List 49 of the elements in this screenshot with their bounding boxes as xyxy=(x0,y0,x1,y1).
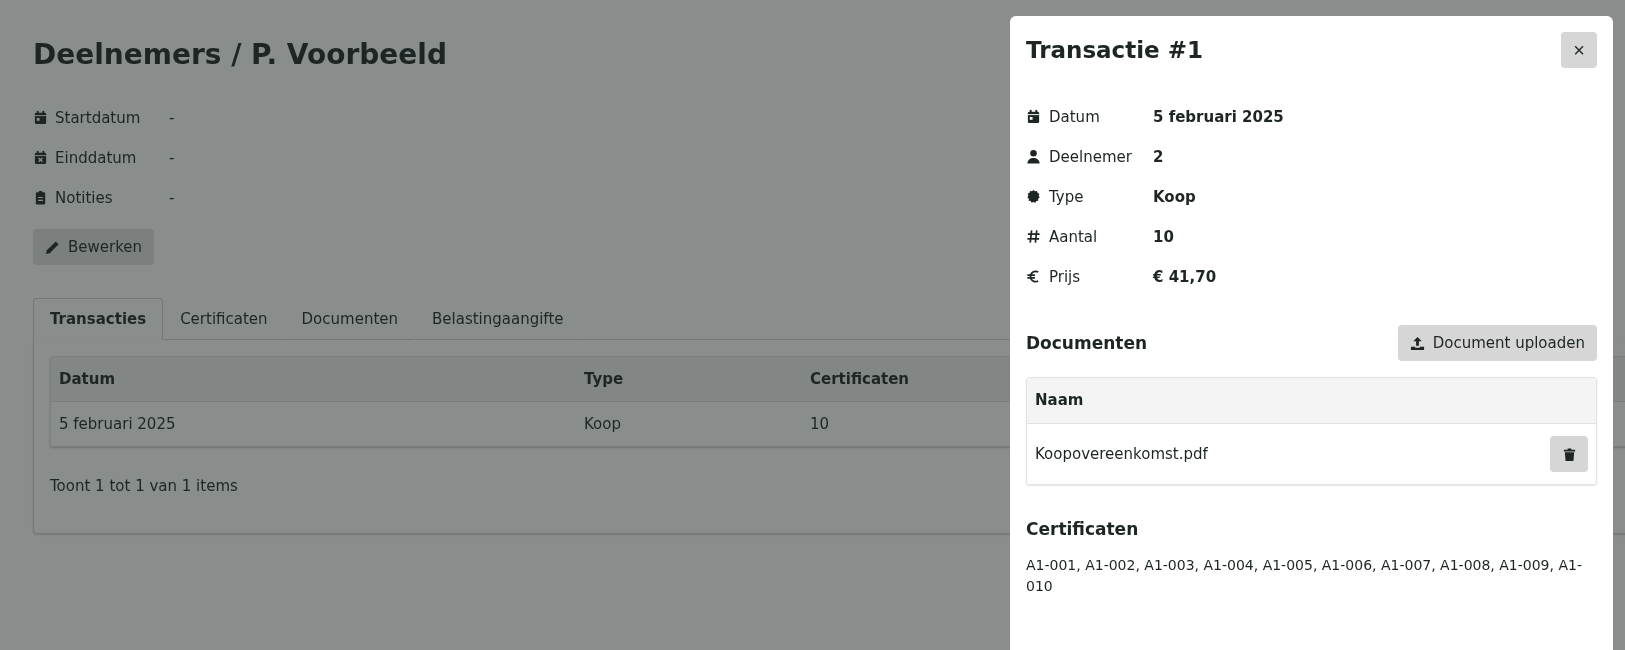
detail-label: Type xyxy=(1049,187,1085,206)
detail-label: Prijs xyxy=(1049,267,1082,286)
hash-icon xyxy=(1026,229,1041,244)
tab[interactable]: Documenten xyxy=(284,298,415,340)
section-heading: Certificaten xyxy=(1026,519,1140,539)
detail-value: 2 xyxy=(1153,147,1164,166)
calendar-x-icon xyxy=(33,150,48,165)
detail-value: € 41,70 xyxy=(1153,267,1217,286)
calendar-icon xyxy=(33,110,48,125)
detail-label: Datum xyxy=(1049,107,1101,126)
delete-button[interactable] xyxy=(1550,436,1588,472)
detail-value: Koop xyxy=(1153,187,1196,206)
detail-value: - xyxy=(169,108,175,127)
upload-button[interactable]: Document uploaden xyxy=(1397,325,1597,361)
detail-label: Einddatum xyxy=(55,148,138,167)
tab[interactable]: Certificaten xyxy=(163,298,285,340)
file-name: Koopovereenkomst.pdf xyxy=(1035,445,1208,463)
pencil-icon xyxy=(45,239,60,255)
trash-icon xyxy=(1561,446,1577,462)
clipboard-icon xyxy=(33,190,48,205)
detail-label: Startdatum xyxy=(55,108,142,127)
page-title: Deelnemers / P. Voorbeeld xyxy=(33,38,447,71)
upload-icon xyxy=(1409,335,1425,351)
table-cell-text: 5 februari 2025 xyxy=(58,415,177,433)
column-header: Certificaten xyxy=(809,370,911,388)
table-cell-text: Koop xyxy=(583,415,622,433)
certificate-list: A1-001, A1-002, A1-003, A1-004, A1-005, A1-006, A1-007, A1-008, A1-009, A1-010 xyxy=(1026,555,1597,597)
close-button[interactable]: × xyxy=(1561,32,1597,68)
badge-icon xyxy=(1026,189,1041,204)
detail-label: Aantal xyxy=(1049,227,1099,246)
detail-value: 10 xyxy=(1153,227,1174,246)
user-icon xyxy=(1026,149,1041,164)
tab[interactable]: Belastingaangifte xyxy=(415,298,581,340)
tab[interactable]: Transacties xyxy=(33,298,164,340)
detail-value: - xyxy=(169,148,175,167)
table-cell-text: 10 xyxy=(809,415,831,433)
detail-label: Deelnemer xyxy=(1049,147,1133,166)
euro-icon xyxy=(1026,269,1041,284)
calendar-icon xyxy=(1026,109,1041,124)
detail-label: Notities xyxy=(55,188,114,207)
column-header: Datum xyxy=(58,370,117,388)
section-heading: Documenten xyxy=(1026,333,1148,353)
pagination-info: Toont 1 tot 1 van 1 items xyxy=(50,477,239,495)
column-header: Type xyxy=(583,370,625,388)
detail-value: - xyxy=(169,188,175,207)
panel-title: Transactie #1 xyxy=(1026,37,1203,63)
detail-value: 5 februari 2025 xyxy=(1153,107,1284,126)
column-header: Naam xyxy=(1027,378,1596,424)
edit-button[interactable]: Bewerken xyxy=(33,229,155,265)
